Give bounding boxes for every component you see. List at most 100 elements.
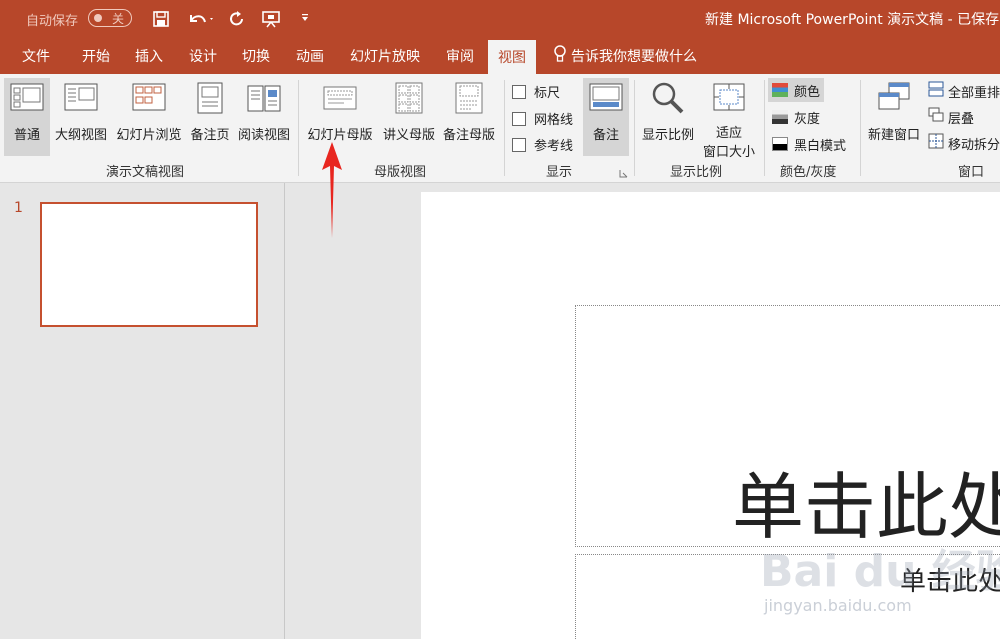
toggle-dot [94,14,102,22]
watermark-url: jingyan.baidu.com [764,596,912,615]
guides-label: 参考线 [534,139,574,154]
zoom-button[interactable]: 显示比例 [638,78,698,156]
reading-view-label: 阅读视图 [237,128,290,143]
cascade-button[interactable]: 层叠 [928,106,974,128]
redo-icon[interactable] [226,8,248,30]
document-title: 新建 Microsoft PowerPoint 演示文稿 - 已保存 [705,12,1000,28]
color-label: 颜色 [794,84,821,100]
ruler-checkbox[interactable]: 标尺 [512,82,560,101]
tab-home[interactable]: 开始 [82,38,110,74]
magnifier-icon [650,78,686,118]
color-group-label: 颜色/灰度 [780,165,837,180]
new-window-button[interactable]: 新建窗口 [864,78,924,156]
checkbox-box [512,137,526,152]
grayscale-swatch-icon [772,110,788,124]
normal-view-button[interactable]: 普通 [4,78,50,156]
slide-number: 1 [14,200,23,216]
lightbulb-icon [553,45,567,67]
autosave-toggle[interactable]: 关 [88,9,132,27]
tab-review[interactable]: 审阅 [446,38,474,74]
save-icon[interactable] [150,8,172,30]
notes-master-icon [454,78,484,118]
black-white-swatch-icon [772,137,788,151]
show-group-label: 显示 [546,165,573,180]
zoom-group-label: 显示比例 [670,165,723,180]
slide-sorter-icon [132,78,166,118]
group-separator [634,80,635,176]
arrange-all-button[interactable]: 全部重排 [928,80,1000,102]
grayscale-label: 灰度 [794,111,821,127]
tell-me-box[interactable]: 告诉我你想要做什么 [553,38,697,74]
color-swatch-icon [772,83,788,97]
tab-slideshow[interactable]: 幻灯片放映 [350,38,420,74]
ribbon-tabs: 文件 开始 插入 设计 切换 动画 幻灯片放映 审阅 视图 告诉我你想要做什么 [0,38,1000,74]
notes-page-label: 备注页 [190,128,230,143]
notes-toggle-button[interactable]: 备注 [583,78,629,156]
fit-label-line1: 适应 [715,126,742,141]
fit-to-window-icon [712,78,746,116]
reading-view-button[interactable]: 阅读视图 [235,78,293,156]
group-separator [504,80,505,176]
cascade-icon [928,107,944,127]
new-window-icon [877,78,911,118]
arrange-all-label: 全部重排 [948,85,1000,101]
normal-view-label: 普通 [13,128,40,143]
autosave-label: 自动保存 [26,13,79,29]
tab-file[interactable]: 文件 [22,38,50,74]
tab-transitions[interactable]: 切换 [242,38,270,74]
outline-view-label: 大纲视图 [54,128,107,143]
group-separator [764,80,765,176]
presentation-views-group-label: 演示文稿视图 [106,165,185,180]
customize-dropdown-icon[interactable] [294,8,316,30]
window-group-label: 窗口 [958,165,985,180]
autosave-state: 关 [112,11,125,26]
new-window-label: 新建窗口 [867,128,920,143]
master-views-group-label: 母版视图 [374,165,427,180]
tab-insert[interactable]: 插入 [135,38,163,74]
zoom-label: 显示比例 [641,128,694,143]
ruler-label: 标尺 [534,86,561,101]
group-separator [860,80,861,176]
tell-me-label: 告诉我你想要做什么 [571,49,697,65]
tab-animations[interactable]: 动画 [296,38,324,74]
slide-sorter-button[interactable]: 幻灯片浏览 [113,78,185,156]
outline-view-button[interactable]: 大纲视图 [52,78,110,156]
ribbon: 普通 大纲视图 幻灯片浏览 备注页 阅读视图 演示文稿视图 幻灯片母版 讲义母版… [0,74,1000,183]
move-split-label: 移动拆分 [948,137,1000,153]
slide-sorter-label: 幻灯片浏览 [116,128,182,143]
watermark-logo: Bai du 经验 [760,546,1000,597]
color-button[interactable]: 颜色 [768,78,825,102]
grayscale-button[interactable]: 灰度 [768,105,824,129]
fit-label-line2: 窗口大小 [702,145,755,160]
gridlines-label: 网格线 [534,113,574,128]
notes-label: 备注 [592,128,619,143]
black-white-button[interactable]: 黑白模式 [768,132,850,156]
handout-master-icon [394,78,424,118]
tab-view[interactable]: 视图 [488,40,536,74]
outline-view-icon [64,78,98,118]
dialog-launcher-icon[interactable] [619,167,628,182]
cascade-label: 层叠 [948,111,975,127]
handout-master-button[interactable]: 讲义母版 [380,78,438,156]
slide-master-icon [323,78,357,118]
fit-to-window-button[interactable]: 适应 窗口大小 [700,78,758,160]
notes-master-label: 备注母版 [442,128,495,143]
tab-design[interactable]: 设计 [189,38,217,74]
slide-thumbnail[interactable] [40,202,258,327]
notes-page-button[interactable]: 备注页 [187,78,233,156]
normal-view-icon [10,78,44,118]
gridlines-checkbox[interactable]: 网格线 [512,109,573,128]
undo-icon[interactable] [185,8,217,30]
annotation-arrow-icon [318,140,346,244]
guides-checkbox[interactable]: 参考线 [512,135,573,154]
checkbox-box [512,84,526,99]
notes-master-button[interactable]: 备注母版 [440,78,498,156]
move-split-button[interactable]: 移动拆分 [928,132,1000,154]
checkbox-box [512,111,526,126]
move-split-icon [928,133,944,153]
slideshow-from-start-icon[interactable] [260,8,282,30]
group-separator [298,80,299,176]
arrange-all-icon [928,81,944,101]
reading-view-icon [246,78,282,118]
title-bar: 自动保存 关 新建 Microsoft PowerPoint 演示文稿 - 已保… [0,0,1000,38]
